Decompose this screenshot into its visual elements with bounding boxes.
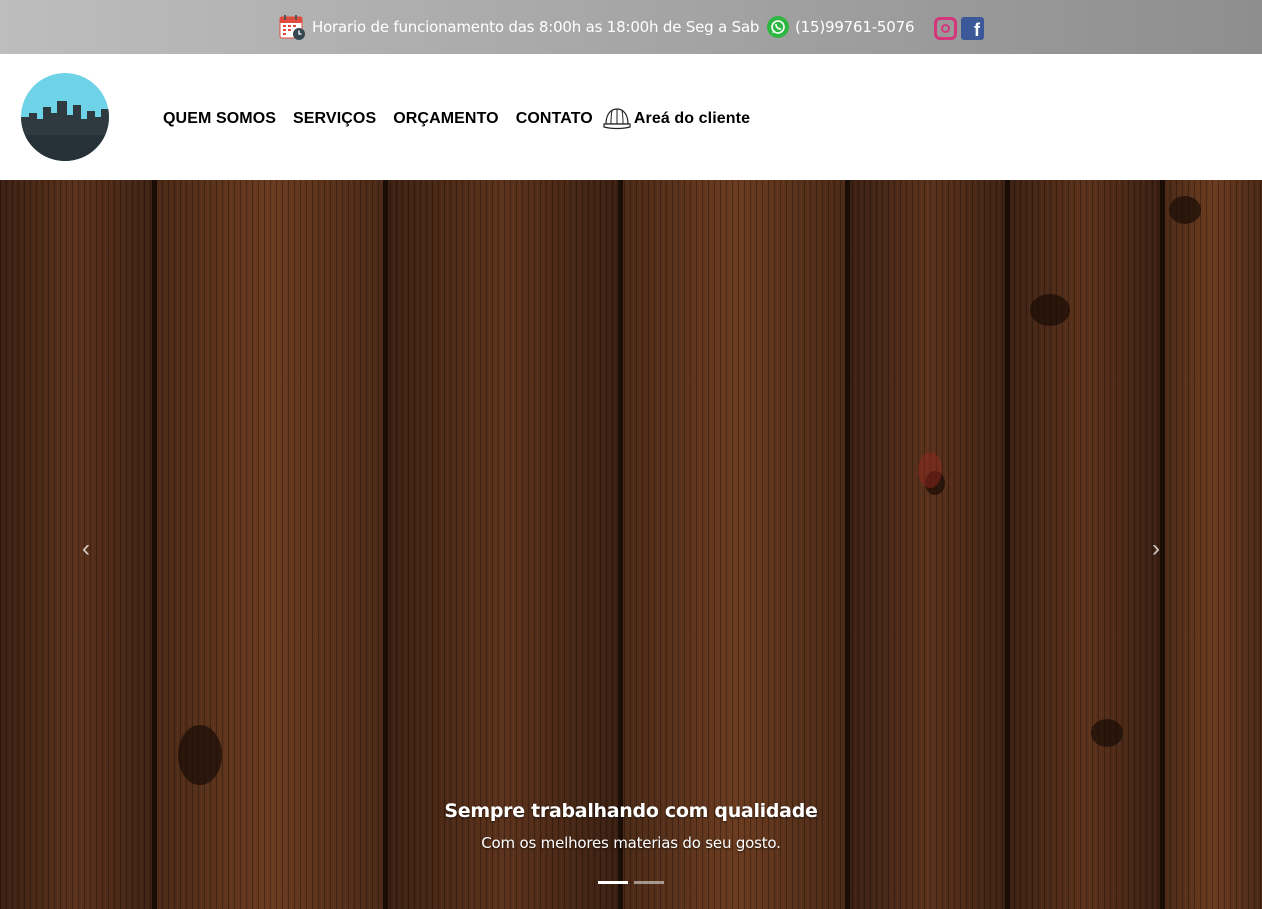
facebook-icon[interactable]: f [961, 17, 984, 40]
hard-hat-icon [603, 106, 631, 132]
phone-number: (15)99761-5076 [795, 18, 915, 36]
hero-carousel: ‹ › Sempre trabalhando com qualidade Com… [0, 180, 1262, 909]
whatsapp-contact[interactable]: (15)99761-5076 [767, 12, 914, 42]
business-hours: Horario de funcionamento das 8:00h as 18… [279, 12, 759, 42]
caption-text: Com os melhores materias do seu gosto. [481, 834, 781, 852]
company-logo[interactable] [21, 73, 109, 161]
social-links: f [934, 17, 984, 40]
carousel-indicator[interactable] [634, 881, 664, 884]
carousel-prev-button[interactable]: ‹ [82, 535, 112, 565]
calendar-icon [279, 14, 306, 41]
nav-contato[interactable]: CONTATO [516, 110, 593, 128]
carousel-indicators [598, 881, 664, 884]
nav-client-area[interactable]: Areá do cliente [603, 106, 750, 132]
main-nav: QUEM SOMOS SERVIÇOS ORÇAMENTO CONTATO Ar… [163, 106, 767, 132]
hours-text: Horario de funcionamento das 8:00h as 18… [312, 18, 760, 36]
site-header: QUEM SOMOS SERVIÇOS ORÇAMENTO CONTATO Ar… [0, 54, 1262, 180]
top-info-bar: Horario de funcionamento das 8:00h as 18… [0, 0, 1262, 54]
nav-servicos[interactable]: SERVIÇOS [293, 110, 376, 128]
nav-orcamento[interactable]: ORÇAMENTO [393, 110, 499, 128]
client-area-label: Areá do cliente [633, 110, 751, 127]
nav-quem-somos[interactable]: QUEM SOMOS [163, 110, 276, 128]
whatsapp-icon [767, 16, 789, 38]
carousel-next-button[interactable]: › [1152, 535, 1182, 565]
carousel-indicator[interactable] [598, 881, 628, 884]
caption-title: Sempre trabalhando com qualidade [444, 800, 818, 822]
instagram-icon[interactable] [934, 17, 957, 40]
